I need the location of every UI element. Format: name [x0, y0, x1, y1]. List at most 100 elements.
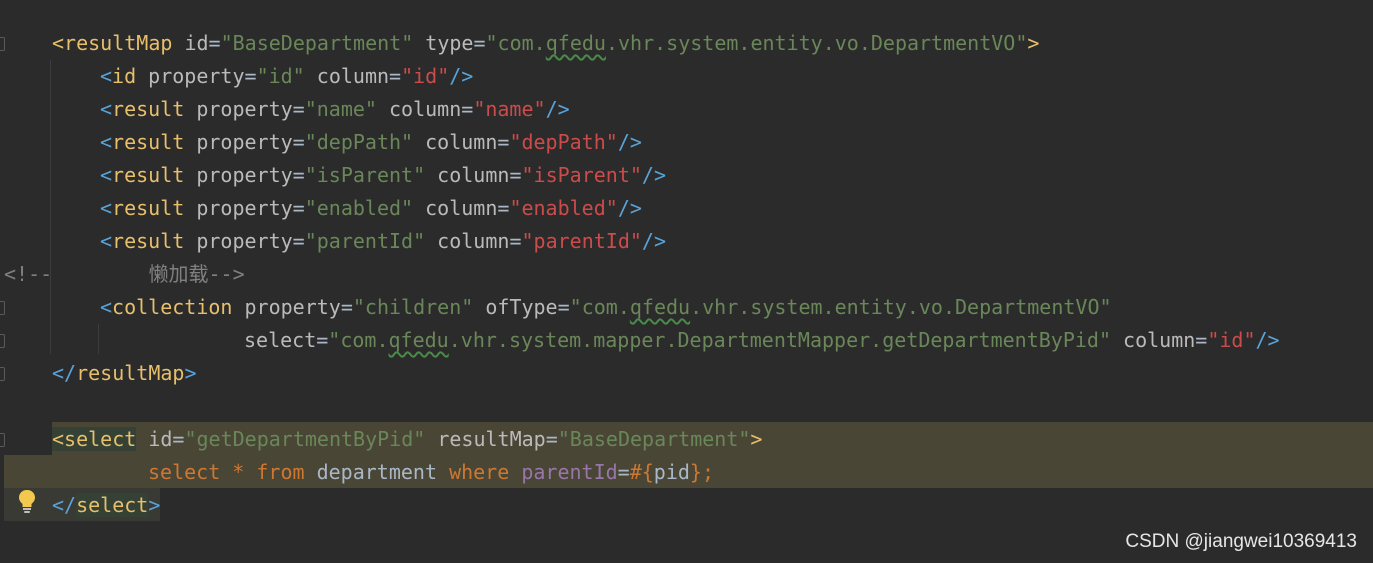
code-token: /> [1255, 328, 1280, 352]
code-token: < [100, 196, 113, 220]
code-token: = [208, 31, 221, 55]
code-token: column [413, 196, 498, 220]
code-token: id [172, 31, 209, 55]
code-line[interactable]: <resultMap id="BaseDepartment" type="com… [0, 27, 1373, 60]
code-token: /> [449, 64, 474, 88]
code-token: </ [52, 361, 77, 385]
code-token: = [1195, 328, 1208, 352]
code-token: /> [641, 229, 666, 253]
code-editor[interactable]: <resultMap id="BaseDepartment" type="com… [0, 0, 1373, 563]
code-token: < [100, 130, 113, 154]
code-token: = [497, 130, 510, 154]
code-token: result [112, 130, 185, 154]
code-token: qfedu [545, 31, 606, 55]
code-token: }; [689, 460, 715, 484]
code-token: "id" [256, 64, 305, 88]
code-token: property [184, 196, 293, 220]
code-token: ofType [473, 295, 558, 319]
code-token: resultMap [64, 31, 173, 55]
code-token: > [750, 427, 763, 451]
code-token: property [184, 130, 293, 154]
code-token: resultMap [76, 361, 185, 385]
code-token: "id" [401, 64, 450, 88]
code-token: "parentId" [521, 229, 642, 253]
code-token: </ [52, 493, 77, 517]
code-token: property [184, 163, 293, 187]
code-token: = [389, 64, 402, 88]
code-line[interactable]: <select id="getDepartmentByPid" resultMa… [0, 423, 1373, 456]
code-token: > [184, 361, 197, 385]
code-text: select * from department where parentId=… [148, 456, 714, 489]
code-token: = [617, 460, 630, 484]
code-line[interactable]: <collection property="children" ofType="… [0, 291, 1373, 324]
code-token: = [292, 163, 305, 187]
code-text: <result property="name" column="name"/> [100, 93, 570, 126]
code-token: "isParent" [304, 163, 426, 187]
code-line[interactable]: <result property="name" column="name"/> [0, 93, 1373, 126]
code-token: .vhr.system.entity.vo.DepartmentVO" [605, 31, 1028, 55]
code-token: = [557, 295, 570, 319]
code-token: = [461, 97, 474, 121]
code-token: department [304, 460, 450, 484]
code-token: column [304, 64, 390, 88]
code-token: result [112, 196, 185, 220]
code-token: < [100, 295, 113, 319]
code-token: "name" [304, 97, 377, 121]
code-line[interactable]: <!-- 懒加载--> [0, 258, 1373, 291]
code-line[interactable]: <result property="isParent" column="isPa… [0, 159, 1373, 192]
code-line[interactable]: <result property="parentId" column="pare… [0, 225, 1373, 258]
code-token: "com. [328, 328, 389, 352]
code-token: .vhr.system.mapper.DepartmentMapper.getD… [448, 328, 1111, 352]
watermark: CSDN @jiangwei10369413 [1125, 531, 1357, 552]
code-token: * [232, 460, 245, 484]
code-token: = [292, 229, 305, 253]
code-token: property [184, 229, 293, 253]
code-token: "getDepartmentByPid" [184, 427, 426, 451]
code-token: < [100, 97, 113, 121]
code-token: property [232, 295, 341, 319]
code-token: property [184, 97, 293, 121]
code-token: type [413, 31, 474, 55]
code-token: = [509, 163, 522, 187]
code-line[interactable]: </select> [0, 489, 1373, 522]
code-token: <select [52, 427, 137, 451]
code-line[interactable]: <result property="depPath" column="depPa… [0, 126, 1373, 159]
code-token: "depPath" [304, 130, 414, 154]
code-token: column [376, 97, 462, 121]
code-token: property [136, 64, 245, 88]
code-token: "BaseDepartment" [220, 31, 414, 55]
code-token: /> [545, 97, 570, 121]
code-token: from [256, 460, 305, 484]
code-line[interactable]: <id property="id" column="id"/> [0, 60, 1373, 93]
code-token: = [473, 31, 486, 55]
code-comment: <!-- 懒加载--> [4, 258, 245, 291]
code-token: pid [653, 460, 690, 484]
code-token: "id" [1207, 328, 1256, 352]
code-line[interactable]: select * from department where parentId=… [0, 456, 1373, 489]
code-token: "com. [569, 295, 630, 319]
code-token: "depPath" [509, 130, 618, 154]
code-line[interactable] [0, 390, 1373, 423]
code-token: < [52, 31, 65, 55]
code-token: = [292, 196, 305, 220]
code-token: select [148, 460, 221, 484]
code-token: parentId [521, 460, 618, 484]
code-token: = [545, 427, 558, 451]
code-token: qfedu [629, 295, 691, 319]
code-token: < [100, 229, 113, 253]
code-line[interactable]: select="com.qfedu.vhr.system.mapper.Depa… [0, 324, 1373, 357]
code-token: "com. [485, 31, 546, 55]
code-token: column [425, 163, 510, 187]
code-line[interactable]: </resultMap> [0, 357, 1373, 390]
lightbulb-icon[interactable] [16, 488, 38, 514]
code-line[interactable]: <result property="enabled" column="enabl… [0, 192, 1373, 225]
code-token: select [244, 328, 317, 352]
code-token: /> [641, 163, 666, 187]
code-token: "parentId" [304, 229, 426, 253]
code-token: "enabled" [304, 196, 414, 220]
code-token: column [1111, 328, 1196, 352]
code-token: "BaseDepartment" [557, 427, 751, 451]
code-token: < [100, 64, 113, 88]
